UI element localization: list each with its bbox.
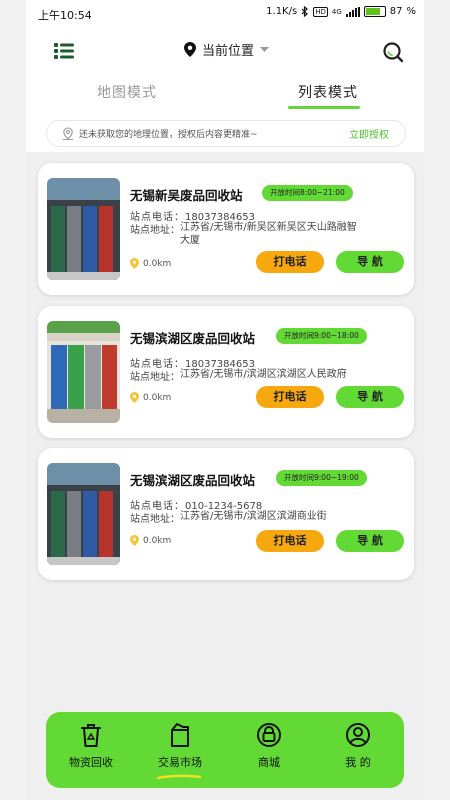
distance-value: 0.0km — [143, 535, 172, 546]
address-label: 站点地址： — [130, 514, 180, 525]
status-bar: 上午10:54 1.1K/s HD 4G 87% — [26, 0, 424, 28]
mode-tabs: 地图模式 列表模式 — [26, 78, 424, 112]
percent-sign: % — [406, 6, 416, 17]
caret-down-icon — [260, 46, 270, 52]
nav-label: 商城 — [258, 756, 280, 769]
battery-icon — [363, 6, 386, 17]
station-address: 站点地址： 江苏省/无锡市/滨湖区滨湖商业街 — [130, 510, 380, 525]
distance-value: 0.0km — [143, 258, 172, 269]
distance-pin-icon — [130, 258, 139, 269]
station-name: 无锡新吴废品回收站 — [130, 188, 243, 203]
auth-message: 还未获取您的地理位置，授权后内容更精准~ — [79, 130, 258, 140]
header: 当前位置 — [26, 34, 424, 70]
station-address: 站点地址： 江苏省/无锡市/滨湖区滨湖区人民政府 — [130, 368, 380, 383]
active-tab-indicator — [288, 106, 360, 109]
call-button[interactable]: 打电话 — [256, 530, 324, 552]
hd-badge: HD — [313, 6, 328, 17]
location-outline-icon — [63, 126, 73, 140]
station-distance: 0.0km — [130, 535, 171, 546]
navigate-button[interactable]: 导 航 — [336, 386, 404, 408]
nav-item-market[interactable]: 交易市场 — [140, 722, 220, 780]
trade-market-icon — [171, 723, 189, 747]
nav-item-recycle[interactable]: 物资回收 — [51, 722, 131, 770]
nav-label: 物资回收 — [69, 756, 113, 769]
station-photo — [47, 178, 120, 280]
station-distance: 0.0km — [130, 258, 171, 269]
station-address: 站点地址： 江苏省/无锡市/新吴区新吴区天山路融智大厦 — [130, 221, 360, 247]
battery-level: 87 — [389, 6, 403, 17]
station-card[interactable]: 无锡滨湖区废品回收站 开放时间9:00~19:00 站点电话：010-1234-… — [38, 448, 414, 580]
nav-label: 我 的 — [345, 756, 371, 769]
app-screen: 上午10:54 1.1K/s HD 4G 87% 当前位置 地图模式 列表模式 … — [26, 0, 424, 800]
navigate-button[interactable]: 导 航 — [336, 251, 404, 273]
nav-item-mall[interactable]: 商城 — [229, 722, 309, 770]
menu-list-icon[interactable] — [54, 42, 74, 60]
recycle-bin-icon — [81, 724, 101, 747]
opening-hours-badge: 开放时间9:00~19:00 — [276, 470, 367, 486]
location-selector[interactable]: 当前位置 — [184, 40, 270, 59]
status-indicators: 1.1K/s HD 4G 87% — [266, 6, 416, 17]
address-value: 江苏省/无锡市/滨湖区滨湖商业街 — [180, 511, 327, 522]
opening-hours-badge: 开放时间9:00~18:00 — [276, 328, 367, 344]
station-photo — [47, 321, 120, 423]
network-type: 4G — [331, 7, 342, 16]
station-card[interactable]: 无锡滨湖区废品回收站 开放时间9:00~18:00 站点电话：180373846… — [38, 306, 414, 438]
address-value: 江苏省/无锡市/滨湖区滨湖区人民政府 — [180, 369, 347, 380]
address-value: 江苏省/无锡市/新吴区新吴区天山路融智大厦 — [180, 222, 357, 246]
address-label: 站点地址： — [130, 225, 180, 236]
opening-hours-badge: 开放时间8:00~21:00 — [262, 185, 353, 201]
signal-icon — [345, 6, 360, 17]
nav-item-profile[interactable]: 我 的 — [318, 722, 398, 770]
station-distance: 0.0km — [130, 392, 171, 403]
location-auth-bar: 还未获取您的地理位置，授权后内容更精准~ 立即授权 — [46, 120, 406, 147]
station-name: 无锡滨湖区废品回收站 — [130, 473, 256, 488]
status-time: 上午10:54 — [38, 9, 92, 22]
search-icon[interactable] — [382, 41, 404, 63]
call-button[interactable]: 打电话 — [256, 386, 324, 408]
navigate-button[interactable]: 导 航 — [336, 530, 404, 552]
mall-icon — [257, 723, 281, 747]
network-speed: 1.1K/s — [266, 6, 298, 17]
profile-icon — [346, 723, 370, 747]
station-name: 无锡滨湖区废品回收站 — [130, 331, 256, 346]
nav-label: 交易市场 — [158, 756, 202, 769]
bluetooth-icon — [301, 6, 309, 17]
bottom-nav: 物资回收 交易市场 商城 我 的 — [46, 712, 404, 788]
tab-list-mode[interactable]: 列表模式 — [298, 82, 358, 102]
station-photo — [47, 463, 120, 565]
station-card[interactable]: 无锡新吴废品回收站 开放时间8:00~21:00 站点电话：1803738465… — [38, 163, 414, 295]
authorize-button[interactable]: 立即授权 — [349, 126, 389, 141]
location-pin-icon — [184, 42, 196, 57]
address-label: 站点地址： — [130, 372, 180, 383]
tab-map-mode[interactable]: 地图模式 — [97, 82, 157, 102]
location-label: 当前位置 — [202, 44, 255, 59]
active-nav-underline — [156, 774, 202, 780]
distance-pin-icon — [130, 535, 139, 546]
distance-pin-icon — [130, 392, 139, 403]
call-button[interactable]: 打电话 — [256, 251, 324, 273]
distance-value: 0.0km — [143, 392, 172, 403]
